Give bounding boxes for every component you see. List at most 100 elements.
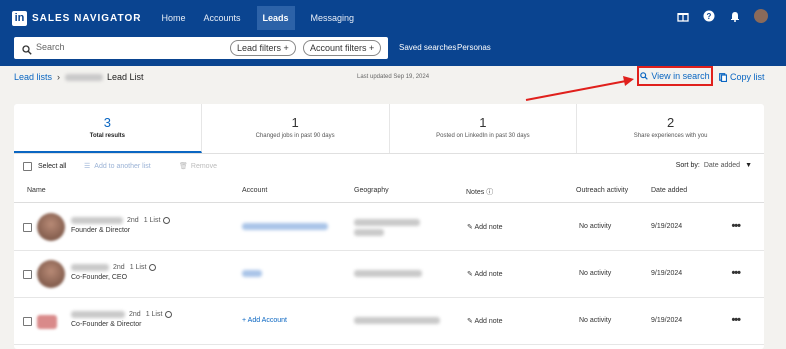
list-count[interactable]: 1 List <box>130 264 147 271</box>
stat-value: 1 <box>479 115 487 130</box>
lead-filters-label: Lead filters <box>237 43 282 53</box>
lead-name-redacted[interactable] <box>71 311 125 318</box>
add-to-list-button[interactable]: ☰ Add to another list <box>84 162 151 171</box>
saved-searches-link[interactable]: Saved searches <box>399 43 456 52</box>
stat-label: Total results <box>89 133 125 139</box>
row-checkbox[interactable] <box>23 317 32 326</box>
lead-name-redacted[interactable] <box>71 264 109 271</box>
view-in-search-button[interactable]: View in search <box>637 66 713 86</box>
stat-posted-on-linkedin[interactable]: 1 Posted on LinkedIn in past 30 days <box>390 104 578 153</box>
copy-list-button[interactable]: Copy list <box>719 72 765 82</box>
table-row[interactable]: 2nd 1 List Co-Founder, CEO ✎ Add note No… <box>14 251 764 298</box>
stat-value: 3 <box>103 115 111 130</box>
remove-label: Remove <box>190 162 217 170</box>
help-icon[interactable]: ? <box>702 9 716 23</box>
page-title: Lead List <box>107 72 144 82</box>
bell-icon[interactable] <box>728 9 742 23</box>
account-filters-button[interactable]: Account filters + <box>303 40 382 56</box>
avatar[interactable] <box>37 315 57 329</box>
col-name[interactable]: Name <box>27 187 46 194</box>
brand-name[interactable]: SALES NAVIGATOR <box>32 13 141 24</box>
linkedin-logo[interactable]: in <box>12 10 27 26</box>
row-checkbox[interactable] <box>23 270 32 279</box>
stats-bar: 3 Total results 1 Changed jobs in past 9… <box>14 104 764 154</box>
more-options-icon[interactable]: ••• <box>731 267 741 279</box>
outreach-status: No activity <box>579 317 612 324</box>
add-account-button[interactable]: + Add Account <box>242 317 287 324</box>
lead-name-line: 2nd 1 List <box>71 311 173 318</box>
stat-label: Share experiences with you <box>633 133 708 139</box>
list-count[interactable]: 1 List <box>146 311 163 318</box>
account-redacted[interactable] <box>242 223 328 230</box>
more-options-icon[interactable]: ••• <box>731 220 741 232</box>
search-icon <box>22 42 32 60</box>
add-note-button[interactable]: ✎ Add note <box>467 223 502 231</box>
nav-leads[interactable]: Leads <box>256 6 295 30</box>
add-note-label: Add note <box>474 271 503 278</box>
sort-label: Sort by: <box>675 162 700 169</box>
geography-redacted <box>354 219 420 226</box>
badge-icon <box>165 311 173 318</box>
add-note-button[interactable]: ✎ Add note <box>467 270 502 278</box>
search-icon <box>640 72 649 80</box>
avatar[interactable] <box>37 260 65 288</box>
stat-value: 2 <box>667 115 675 130</box>
add-account-label: Add Account <box>247 317 287 324</box>
svg-text:?: ? <box>707 12 712 21</box>
row-checkbox[interactable] <box>23 223 32 232</box>
add-note-label: Add note <box>474 224 503 231</box>
stat-share-experiences[interactable]: 2 Share experiences with you <box>577 104 764 153</box>
stat-label: Changed jobs in past 90 days <box>255 133 335 139</box>
lead-name-redacted[interactable] <box>71 217 123 224</box>
col-notes-label: Notes <box>466 189 485 196</box>
stat-total-results[interactable]: 3 Total results <box>14 104 202 153</box>
sort-dropdown[interactable]: Sort by: Date added ▼ <box>676 162 752 169</box>
select-all-checkbox[interactable] <box>23 162 32 171</box>
select-all[interactable]: Select all <box>23 162 66 171</box>
account-filters-label: Account filters <box>310 43 367 53</box>
nav-home[interactable]: Home <box>159 6 187 30</box>
col-geography[interactable]: Geography <box>354 187 389 194</box>
top-icons: ? <box>664 9 768 23</box>
geography-redacted-2 <box>354 229 384 236</box>
date-added: 9/19/2024 <box>651 270 683 277</box>
account-redacted[interactable] <box>242 270 262 277</box>
remove-button[interactable]: 🗑 Remove <box>179 162 217 171</box>
view-in-search-label: View in search <box>651 71 710 81</box>
badge-icon <box>149 264 157 271</box>
list-name-redacted <box>65 73 104 81</box>
avatar[interactable] <box>37 213 65 241</box>
outreach-status: No activity <box>579 223 612 230</box>
personas-link[interactable]: Personas <box>457 43 491 52</box>
add-note-button[interactable]: ✎ Add note <box>467 317 502 325</box>
nav-accounts[interactable]: Accounts <box>201 6 242 30</box>
avatar[interactable] <box>754 9 768 23</box>
more-options-icon[interactable]: ••• <box>731 314 741 326</box>
list-count[interactable]: 1 List <box>144 217 161 224</box>
table-header: Name Account Geography Notes ⓘ Outreach … <box>14 183 764 203</box>
breadcrumb-lead-lists[interactable]: Lead lists <box>14 72 52 82</box>
table-row[interactable]: 2nd 1 List Co-Founder & Director + Add A… <box>14 298 764 345</box>
connection-degree: 2nd <box>129 311 141 318</box>
search-bar[interactable]: Search Lead filters + Account filters + <box>14 37 388 59</box>
table-row[interactable]: 2nd 1 List Founder & Director ✎ Add note… <box>14 204 764 251</box>
col-notes[interactable]: Notes ⓘ <box>466 187 493 197</box>
sort-value: Date added <box>703 162 741 169</box>
trash-icon: 🗑 <box>179 163 188 170</box>
col-date-added[interactable]: Date added <box>651 187 687 194</box>
list-toolbar: Select all ☰ Add to another list 🗑 Remov… <box>14 156 764 178</box>
lead-filters-button[interactable]: Lead filters + <box>230 40 296 56</box>
date-added: 9/19/2024 <box>651 317 683 324</box>
copy-list-label: Copy list <box>730 72 765 82</box>
breadcrumb-separator: › <box>57 72 61 82</box>
lead-title: Founder & Director <box>71 227 131 234</box>
col-outreach[interactable]: Outreach activity <box>576 187 628 194</box>
stat-changed-jobs[interactable]: 1 Changed jobs in past 90 days <box>202 104 390 153</box>
add-note-label: Add note <box>474 318 503 325</box>
search-input[interactable]: Search <box>36 42 65 52</box>
main-nav: in SALES NAVIGATOR Home Accounts Leads M… <box>12 6 370 30</box>
nav-messaging[interactable]: Messaging <box>309 6 357 30</box>
gift-icon[interactable] <box>676 9 690 23</box>
col-account[interactable]: Account <box>242 187 267 194</box>
info-icon[interactable]: ⓘ <box>486 189 493 196</box>
